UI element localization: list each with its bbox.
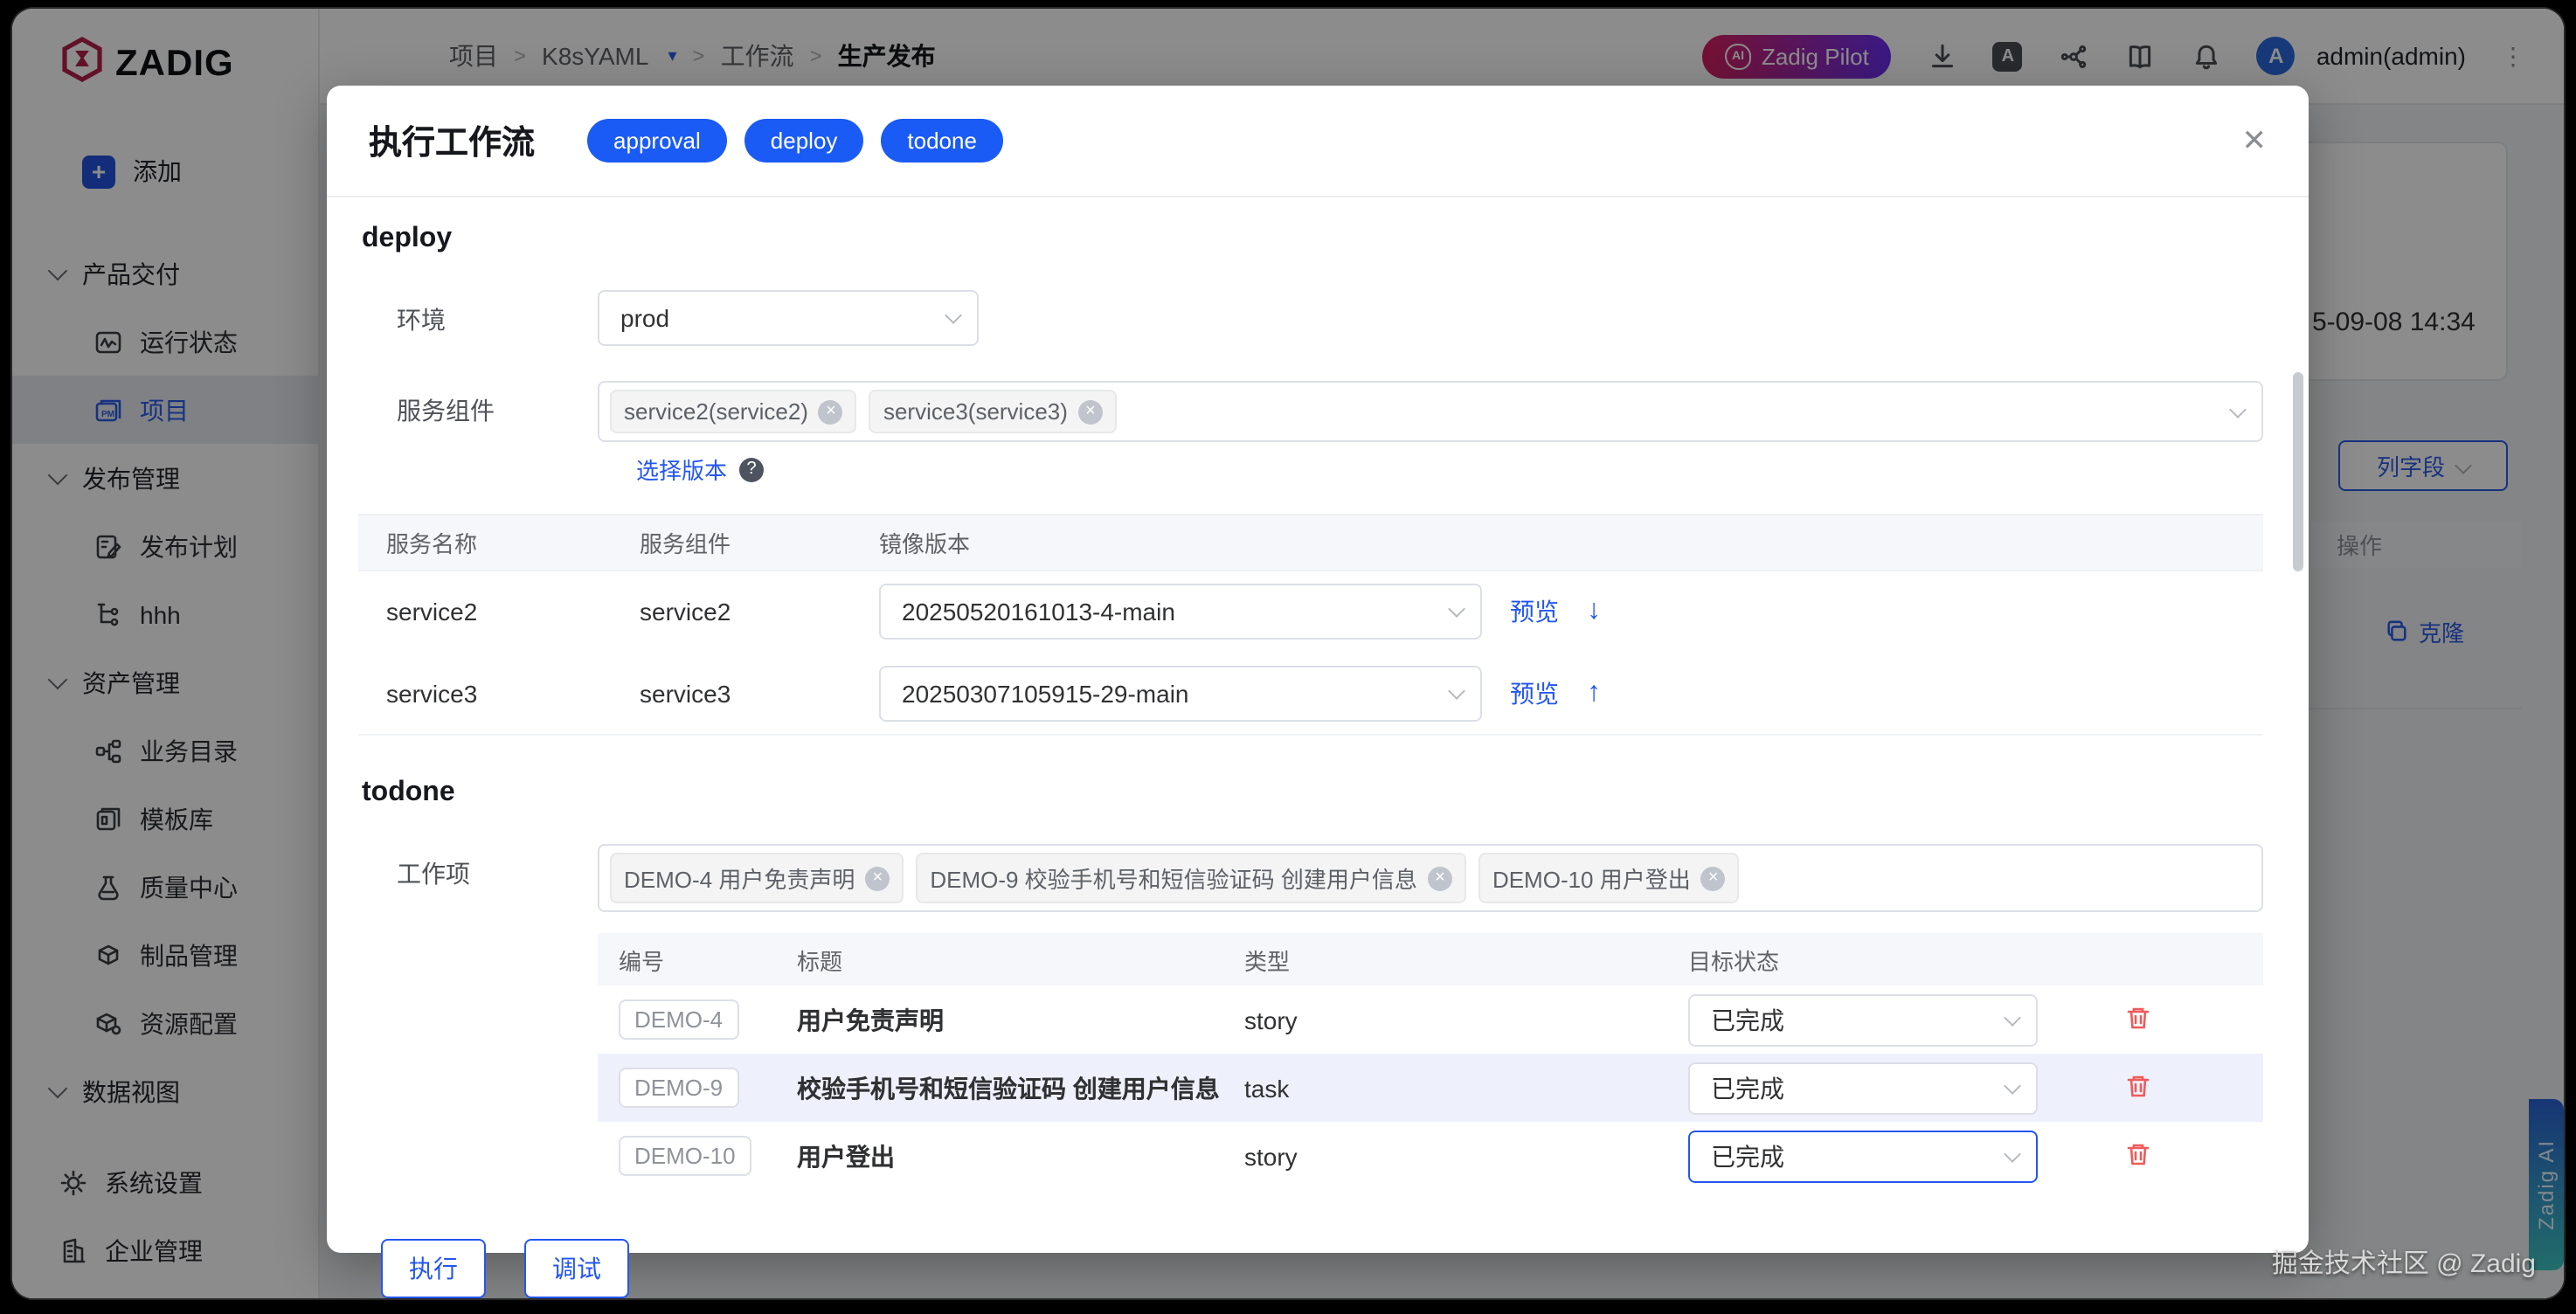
run-button[interactable]: 执行 xyxy=(381,1239,486,1298)
services-row: 服务组件 service2(service2) × service3(servi… xyxy=(358,381,2263,442)
target-status-select[interactable]: 已完成 xyxy=(1688,993,2038,1046)
remove-tag-icon[interactable]: × xyxy=(819,399,843,424)
modal-body: deploy 环境 prod 服务组件 service2(service2) × xyxy=(327,197,2309,1298)
service-component: service2 xyxy=(612,571,851,653)
run-workflow-modal: 执行工作流 approval deploy todone ✕ deploy 环境… xyxy=(327,86,2309,1253)
work-items-table: 编号 标题 类型 目标状态 DEMO-4 用户免责声明 story xyxy=(598,933,2263,1190)
remove-tag-icon[interactable]: × xyxy=(1428,866,1452,890)
col-service-name: 服务名称 xyxy=(358,515,612,571)
stage-tags: approval deploy todone xyxy=(587,119,1003,163)
tag-label: DEMO-9 校验手机号和短信验证码 创建用户信息 xyxy=(930,861,1417,895)
chevron-down-icon xyxy=(1448,682,1465,700)
preview-link[interactable]: 预览 xyxy=(1510,676,1559,711)
col-id: 编号 xyxy=(598,933,776,986)
issue-title: 校验手机号和短信验证码 创建用户信息 xyxy=(776,1054,1223,1122)
env-label: 环境 xyxy=(358,290,598,337)
move-up-icon[interactable]: ↑ xyxy=(1587,678,1601,709)
modal-header: 执行工作流 approval deploy todone ✕ xyxy=(327,86,2309,197)
service-component: service3 xyxy=(612,653,851,735)
env-value: prod xyxy=(620,304,669,332)
issue-type: story xyxy=(1223,1122,1667,1190)
col-target-status: 目标状态 xyxy=(1667,933,2104,986)
service-table-header: 服务名称 服务组件 镜像版本 xyxy=(358,515,2263,571)
service-name: service3 xyxy=(358,653,612,735)
services-multiselect[interactable]: service2(service2) × service3(service3) … xyxy=(598,381,2263,442)
watermark: 掘金技术社区 @ Zadig xyxy=(2272,1244,2536,1281)
remove-tag-icon[interactable]: × xyxy=(1078,399,1103,424)
todone-section-title: todone xyxy=(362,778,2263,809)
issue-id-badge: DEMO-9 xyxy=(619,1068,738,1108)
chevron-down-icon xyxy=(2004,1076,2021,1094)
issue-type: story xyxy=(1223,986,1667,1054)
env-row: 环境 prod xyxy=(358,290,2263,346)
issue-type: task xyxy=(1223,1054,1667,1122)
work-items-row: 工作项 DEMO-4 用户免责声明 × DEMO-9 校验手机号和短信验证码 创… xyxy=(358,844,2263,912)
close-icon[interactable]: ✕ xyxy=(2242,126,2268,156)
work-item-tag: DEMO-4 用户免责声明 × xyxy=(610,853,904,903)
deploy-section-title: deploy xyxy=(362,224,2263,255)
work-items-table-header: 编号 标题 类型 目标状态 xyxy=(598,933,2263,986)
tag-label: DEMO-4 用户免责声明 xyxy=(624,861,855,895)
target-status-select[interactable]: 已完成 xyxy=(1688,1062,2038,1114)
debug-button[interactable]: 调试 xyxy=(524,1239,629,1298)
move-down-icon[interactable]: ↓ xyxy=(1587,597,1601,628)
table-row: service2 service2 20250520161013-4-main … xyxy=(358,571,2263,653)
work-items-multiselect[interactable]: DEMO-4 用户免责声明 × DEMO-9 校验手机号和短信验证码 创建用户信… xyxy=(598,844,2263,912)
chevron-down-icon xyxy=(945,307,962,324)
image-version-select[interactable]: 20250520161013-4-main xyxy=(879,584,1482,640)
work-items-label: 工作项 xyxy=(358,844,598,891)
preview-link[interactable]: 预览 xyxy=(1510,595,1559,630)
chevron-down-icon xyxy=(2004,1008,2021,1026)
work-item-tag: DEMO-9 校验手机号和短信验证码 创建用户信息 × xyxy=(916,853,1466,903)
stage-tag-approval[interactable]: approval xyxy=(587,119,727,163)
help-icon[interactable]: ? xyxy=(739,457,764,481)
col-service-component: 服务组件 xyxy=(612,515,851,571)
image-version-select[interactable]: 20250307105915-29-main xyxy=(879,666,1482,722)
stage-tag-todone[interactable]: todone xyxy=(881,119,1003,163)
modal-title: 执行工作流 xyxy=(369,117,535,164)
issue-id-badge: DEMO-10 xyxy=(619,1136,751,1176)
chevron-down-icon xyxy=(1448,601,1465,619)
tag-label: service3(service3) xyxy=(883,398,1068,425)
service-tag: service2(service2) × xyxy=(610,390,857,433)
table-row: service3 service3 20250307105915-29-main… xyxy=(358,653,2263,735)
work-item-tag: DEMO-10 用户登出 × xyxy=(1478,853,1740,903)
chevron-down-icon xyxy=(2229,400,2247,418)
choose-version-row: 选择版本 ? xyxy=(636,453,2263,486)
env-select[interactable]: prod xyxy=(598,290,979,346)
status-value: 已完成 xyxy=(1711,1138,1784,1173)
target-status-select-focused[interactable]: 已完成 xyxy=(1688,1130,2038,1182)
image-version-value: 20250520161013-4-main xyxy=(902,598,1175,626)
screen: ZADIG + 添加 产品交付 运行状态 PM 项目 xyxy=(0,0,2576,1314)
delete-row-icon[interactable] xyxy=(2125,1144,2151,1172)
image-version-value: 20250307105915-29-main xyxy=(902,680,1189,708)
choose-version-link[interactable]: 选择版本 xyxy=(636,453,727,486)
issue-title: 用户登出 xyxy=(776,1122,1223,1190)
stage-tag-deploy[interactable]: deploy xyxy=(744,119,864,163)
issue-title: 用户免责声明 xyxy=(776,986,1223,1054)
status-value: 已完成 xyxy=(1711,1070,1784,1105)
col-type: 类型 xyxy=(1223,933,1667,986)
remove-tag-icon[interactable]: × xyxy=(1701,866,1726,890)
status-value: 已完成 xyxy=(1711,1002,1784,1037)
col-title: 标题 xyxy=(776,933,1223,986)
remove-tag-icon[interactable]: × xyxy=(865,866,890,890)
tag-label: service2(service2) xyxy=(624,398,808,425)
chevron-down-icon xyxy=(2004,1145,2021,1162)
table-row: DEMO-9 校验手机号和短信验证码 创建用户信息 task 已完成 xyxy=(598,1054,2263,1122)
table-row: DEMO-4 用户免责声明 story 已完成 xyxy=(598,986,2263,1054)
col-image-version: 镜像版本 xyxy=(851,515,2263,571)
table-row: DEMO-10 用户登出 story 已完成 xyxy=(598,1122,2263,1190)
delete-row-icon[interactable] xyxy=(2125,1007,2151,1035)
issue-id-badge: DEMO-4 xyxy=(619,999,738,1040)
modal-footer: 执行 调试 xyxy=(358,1218,2263,1298)
delete-row-icon[interactable] xyxy=(2125,1075,2151,1103)
service-table: 服务名称 服务组件 镜像版本 service2 service2 xyxy=(358,514,2263,736)
service-name: service2 xyxy=(358,571,612,653)
app-window: ZADIG + 添加 产品交付 运行状态 PM 项目 xyxy=(12,9,2564,1298)
service-tag: service3(service3) × xyxy=(869,390,1117,433)
services-label: 服务组件 xyxy=(358,381,598,428)
scrollbar-thumb[interactable] xyxy=(2293,372,2303,571)
tag-label: DEMO-10 用户登出 xyxy=(1492,861,1691,895)
